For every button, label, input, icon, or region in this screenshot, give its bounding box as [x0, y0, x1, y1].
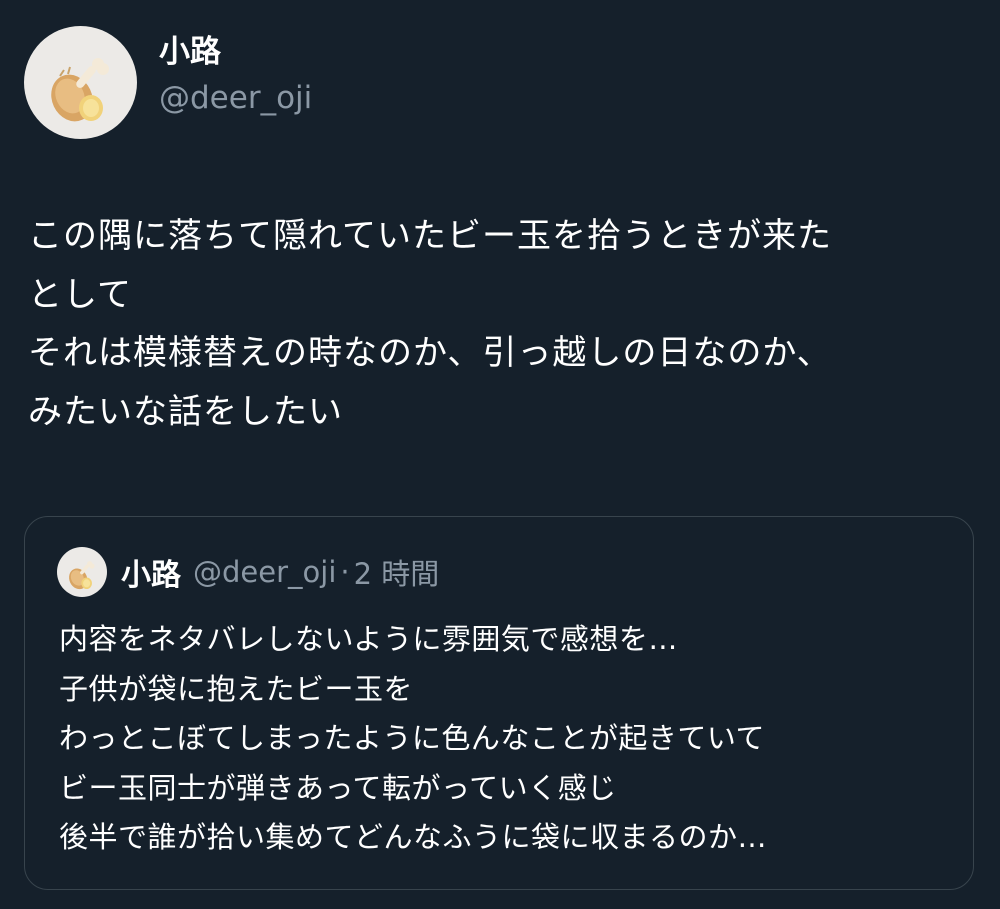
quoted-text-line: ビー玉同士が弾きあって転がっていく感じ — [59, 770, 617, 805]
separator-dot: · — [340, 555, 350, 589]
quoted-tweet-header: 小路 @deer_oji · 2 時間 — [57, 547, 439, 597]
quoted-tweet-card[interactable]: 小路 @deer_oji · 2 時間 内容をネタバレしないように雰囲気で感想を… — [24, 516, 974, 890]
tweet-header: 小路 @deer_oji — [24, 26, 312, 139]
fried-chicken-avatar-icon — [69, 561, 95, 590]
user-handle[interactable]: @deer_oji — [159, 76, 312, 120]
quoted-user-handle: @deer_oji — [193, 555, 337, 589]
quoted-text-line: 後半で誰が拾い集めてどんなふうに袋に収まるのか… — [59, 820, 768, 854]
quoted-tweet-text: 内容をネタバレしないように雰囲気で感想を… 子供が袋に抱えたビー玉を わっとこぼ… — [59, 615, 767, 863]
quoted-text-line: 内容をネタバレしないように雰囲気で感想を… — [59, 622, 678, 656]
quoted-text-line: 子供が袋に抱えたビー玉を — [59, 671, 414, 706]
author-names: 小路 @deer_oji — [159, 32, 312, 120]
tweet-text-line: この隅に落ちて隠れていたビー玉を拾うときが来た — [28, 216, 832, 256]
quoted-avatar — [57, 547, 107, 597]
avatar[interactable] — [24, 26, 137, 139]
display-name[interactable]: 小路 — [159, 32, 312, 72]
tweet-text-line: みたいな話をしたい — [28, 391, 343, 432]
quoted-display-name: 小路 — [121, 558, 181, 593]
quoted-timestamp: 2 時間 — [353, 557, 440, 591]
tweet-text-line: それは模様替えの時なのか、引っ越しの日なのか、 — [28, 333, 832, 373]
tweet-text: この隅に落ちて隠れていたビー玉を拾うときが来た として それは模様替えの時なのか… — [28, 207, 978, 441]
quoted-text-line: わっとこぼてしまったように色んなことが起きていて — [59, 721, 765, 755]
tweet-text-line: として — [28, 274, 132, 315]
fried-chicken-avatar-icon — [51, 58, 109, 122]
tweet: 小路 @deer_oji この隅に落ちて隠れていたビー玉を拾うときが来た として… — [0, 0, 1000, 909]
